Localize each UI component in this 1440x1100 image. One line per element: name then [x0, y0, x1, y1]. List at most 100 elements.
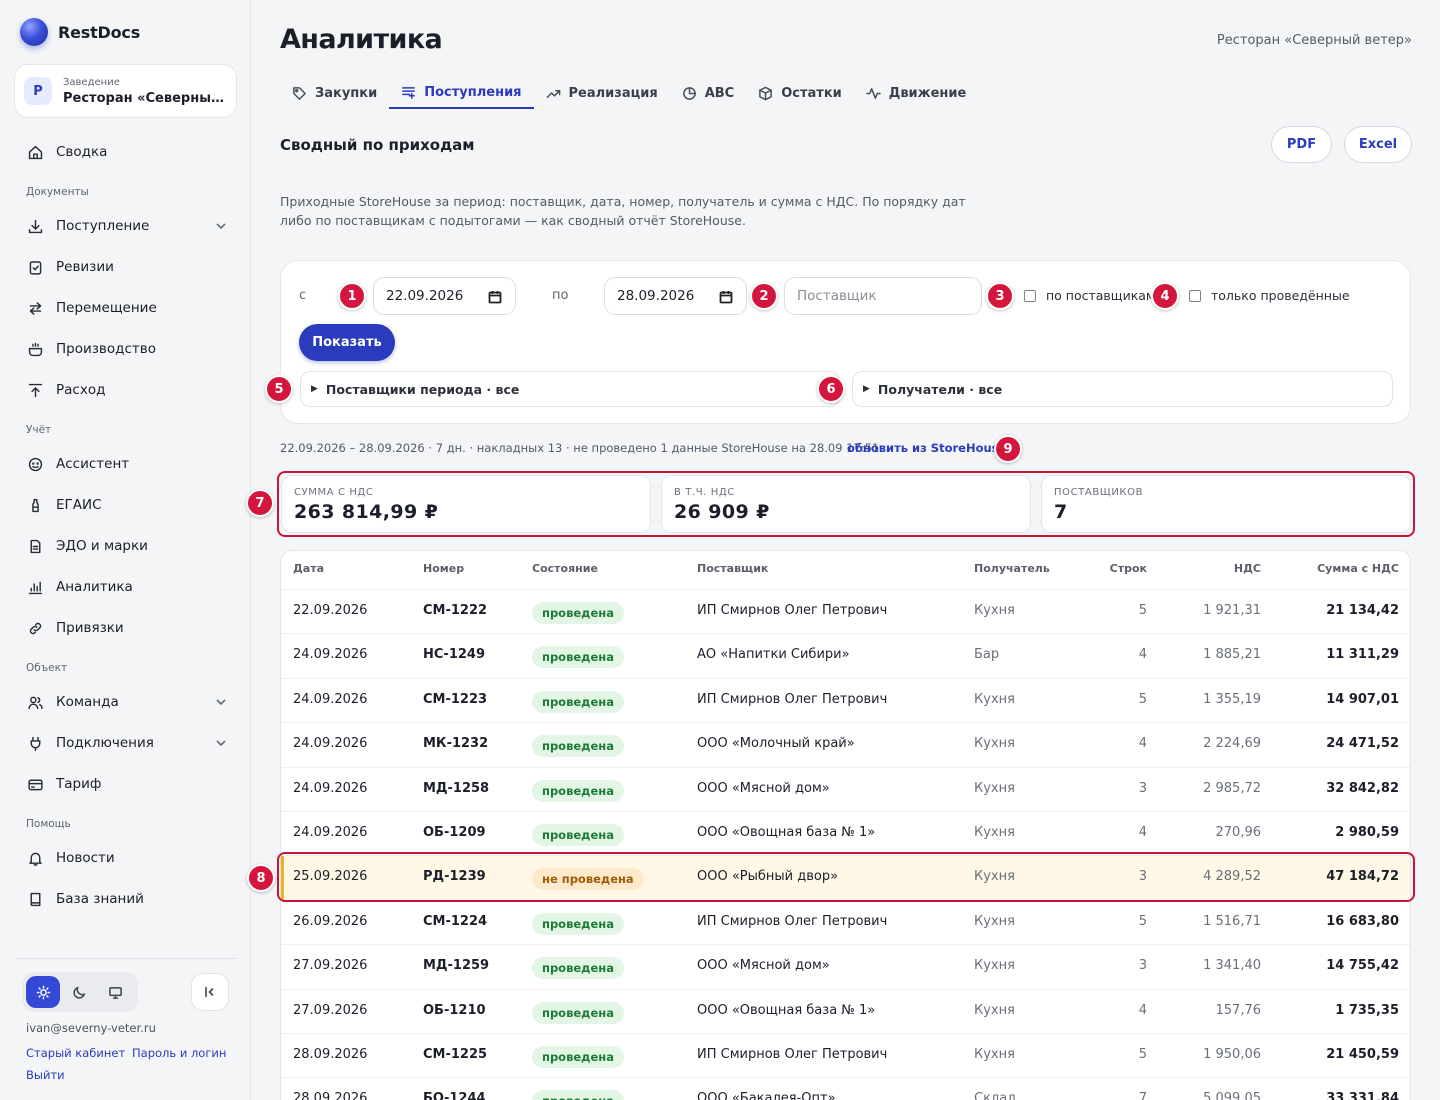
refresh-storehouse-link[interactable]: обновить из StoreHouse [847, 441, 1006, 455]
annotation-marker: 3 [986, 282, 1014, 310]
nav-item-tariff[interactable]: Тариф [14, 767, 237, 801]
calendar-icon[interactable] [488, 290, 502, 304]
cell-date: 24.09.2026 [293, 691, 368, 707]
tab-receipts[interactable]: Поступления [389, 78, 534, 109]
nav-item-audits[interactable]: Ревизии [14, 250, 237, 284]
nav-item-production[interactable]: Производство [14, 332, 237, 366]
supplier-input[interactable]: Поставщик [784, 277, 982, 315]
table-row[interactable]: 24.09.2026 ОБ-1209 ООО «Овощная база № 1» К… [281, 811, 1410, 855]
cell-lines: 3 [1138, 780, 1147, 796]
stat-caption: СУММА С НДС [294, 487, 374, 498]
table-row[interactable]: 24.09.2026 МК-1232 ООО «Молочный край» Кухн… [281, 722, 1410, 766]
table-row[interactable]: 28.09.2026 БО-1244 ООО «Бакалея-Опт» Склад 7… [281, 1077, 1410, 1100]
moon-icon [72, 986, 85, 999]
cell-supplier: ИП Смирнов Олег Петрович [697, 603, 888, 618]
col-header-supplier[interactable]: Поставщик [697, 562, 768, 575]
date-to-value: 28.09.2026 [617, 288, 695, 304]
by-suppliers-checkbox-row[interactable]: по поставщикам [1024, 288, 1155, 303]
chevron-down-icon[interactable] [215, 737, 227, 749]
pdf-button[interactable]: PDF [1271, 126, 1332, 163]
theme-system-button[interactable] [98, 976, 132, 1008]
col-header-vat[interactable]: НДС [1161, 562, 1261, 575]
by-suppliers-checkbox[interactable] [1024, 289, 1036, 302]
tab-purchases[interactable]: Закупки [280, 78, 389, 109]
report-description: Приходные StoreHouse за период: поставщи… [280, 194, 966, 228]
table-row[interactable]: 24.09.2026 МД-1258 ООО «Мясной дом» Кухня 3 2… [281, 766, 1410, 811]
status-badge: проведена [532, 690, 624, 713]
show-button[interactable]: Показать [299, 324, 395, 361]
cell-recipient: Кухня [974, 1047, 1015, 1062]
col-header-date[interactable]: Дата [293, 562, 324, 575]
nav-item-transfer[interactable]: Перемещение [14, 291, 237, 325]
cell-total: 2 980,59 [1335, 825, 1399, 840]
tab-stock[interactable]: Остатки [746, 78, 854, 109]
nav-item-expense[interactable]: Расход [14, 373, 237, 407]
nav-item-news[interactable]: Новости [14, 841, 237, 875]
status-badge: проведена [532, 735, 624, 758]
nav-item-assistant[interactable]: Ассистент [14, 447, 237, 481]
date-to-input[interactable]: 28.09.2026 [604, 277, 747, 315]
theme-switch [22, 972, 138, 1012]
nav-item-summary[interactable]: Сводка [14, 135, 237, 169]
old-cabinet-link[interactable]: Старый кабинет [26, 1046, 125, 1060]
chevron-down-icon[interactable] [215, 696, 227, 708]
nav-item-edo[interactable]: ЭДО и марки [14, 529, 237, 563]
nav-item-analytics[interactable]: Аналитика [14, 570, 237, 604]
table-row[interactable]: 27.09.2026 МД-1259 ООО «Мясной дом» Кухня 3 1… [281, 944, 1410, 988]
logout-link[interactable]: Выйти [26, 1068, 65, 1082]
tab-movement[interactable]: Движение [854, 78, 979, 109]
nav-item-knowledge[interactable]: База знаний [14, 882, 237, 916]
cell-number: СМ-1223 [423, 691, 488, 707]
nav-item-bindings[interactable]: Привязки [14, 611, 237, 645]
annotation-marker: 1 [338, 282, 366, 310]
only-posted-checkbox[interactable] [1189, 289, 1201, 302]
tab-abc[interactable]: ABC [670, 78, 747, 109]
table-row[interactable]: 26.09.2026 СМ-1224 ИП Смирнов Олег Петрови… [281, 899, 1410, 944]
suppliers-disclosure[interactable]: ▶ Поставщики периода · все [300, 371, 840, 407]
table-row[interactable]: 28.09.2026 СМ-1225 ИП Смирнов Олег Петрови… [281, 1033, 1410, 1077]
table-row[interactable]: 27.09.2026 ОБ-1210 ООО «Овощная база № 1» К… [281, 988, 1410, 1033]
tag-icon [293, 87, 306, 100]
cell-recipient: Склад [974, 1091, 1017, 1100]
nav-item-team[interactable]: Команда [14, 685, 237, 719]
cell-total: 32 842,82 [1326, 780, 1399, 796]
nav-label: Ассистент [56, 456, 130, 472]
password-link[interactable]: Пароль и логин [132, 1046, 226, 1060]
nav-section-object: Объект [26, 662, 68, 674]
cell-lines: 7 [1138, 1091, 1147, 1100]
triangle-right-icon: ▶ [311, 384, 318, 394]
theme-light-button[interactable] [26, 976, 60, 1008]
cell-vat: 1 341,40 [1203, 958, 1261, 974]
excel-button[interactable]: Excel [1344, 126, 1412, 163]
col-header-recipient[interactable]: Получатель [974, 562, 1050, 575]
col-header-total[interactable]: Сумма с НДС [1281, 562, 1399, 575]
date-from-input[interactable]: 22.09.2026 [373, 277, 516, 315]
brand[interactable]: RestDocs [20, 18, 140, 46]
monitor-icon [108, 986, 122, 999]
tab-sales[interactable]: Реализация [534, 78, 670, 109]
nav-item-receipt[interactable]: Поступление [14, 209, 237, 243]
col-header-lines[interactable]: Строк [1076, 562, 1147, 575]
collapse-sidebar-button[interactable] [191, 973, 229, 1011]
col-header-status[interactable]: Состояние [532, 562, 598, 575]
annotation-marker: 5 [265, 375, 293, 403]
nav-item-egais[interactable]: ЕГАИС [14, 488, 237, 522]
only-posted-checkbox-row[interactable]: только проведённые [1189, 288, 1350, 303]
bar-chart-icon [26, 578, 44, 596]
cell-total: 1 735,35 [1335, 1002, 1399, 1018]
cell-supplier: ООО «Овощная база № 1» [697, 825, 876, 840]
divider [14, 958, 237, 959]
cell-total: 21 450,59 [1326, 1047, 1399, 1062]
table-row[interactable]: 24.09.2026 НС-1249 АО «Напитки Сибири» Бар 4… [281, 633, 1410, 677]
nav-item-connections[interactable]: Подключения [14, 726, 237, 760]
col-header-number[interactable]: Номер [423, 562, 464, 575]
cell-recipient: Кухня [974, 691, 1015, 707]
stat-suppliers: ПОСТАВЩИКОВ 7 [1041, 475, 1411, 533]
venue-selector[interactable]: Р Заведение Ресторан «Северный ветер» [14, 64, 237, 118]
table-row[interactable]: 22.09.2026 СМ-1222 ИП Смирнов Олег Петрови… [281, 589, 1410, 633]
recipients-disclosure[interactable]: ▶ Получатели · все [852, 371, 1393, 407]
calendar-icon[interactable] [719, 290, 733, 304]
chevron-down-icon[interactable] [215, 220, 227, 232]
table-row[interactable]: 24.09.2026 СМ-1223 ИП Смирнов Олег Петрови… [281, 677, 1410, 722]
theme-dark-button[interactable] [62, 976, 96, 1008]
